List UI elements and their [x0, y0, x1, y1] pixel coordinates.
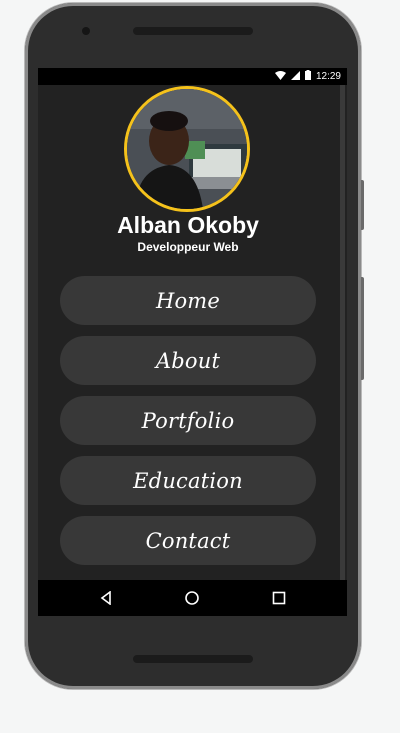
power-button — [361, 180, 364, 230]
battery-icon — [304, 70, 311, 83]
recents-icon[interactable] — [259, 580, 299, 616]
signal-icon — [290, 70, 300, 83]
home-circle-icon[interactable] — [172, 580, 212, 616]
phone-screen: 12:29 Alban Okoby Developpeur Web Home A… — [38, 68, 347, 616]
profile-role: Developpeur Web — [137, 240, 239, 254]
front-camera — [82, 27, 90, 35]
menu-portfolio-button[interactable]: Portfolio — [60, 396, 316, 445]
scrollbar[interactable] — [340, 85, 345, 580]
bottom-speaker — [133, 655, 253, 663]
back-icon[interactable] — [86, 580, 126, 616]
menu-home-button[interactable]: Home — [60, 276, 316, 325]
top-speaker — [133, 27, 253, 35]
status-bar: 12:29 — [38, 68, 347, 85]
profile-avatar — [124, 86, 250, 212]
wifi-icon — [274, 70, 286, 83]
volume-button — [361, 277, 364, 380]
menu-education-button[interactable]: Education — [60, 456, 316, 505]
profile-name: Alban Okoby — [117, 212, 259, 238]
menu-about-button[interactable]: About — [60, 336, 316, 385]
status-time: 12:29 — [315, 71, 341, 82]
app-content: Alban Okoby Developpeur Web Home About P… — [38, 85, 347, 580]
android-nav-bar — [38, 580, 347, 616]
menu-contact-button[interactable]: Contact — [60, 516, 316, 565]
